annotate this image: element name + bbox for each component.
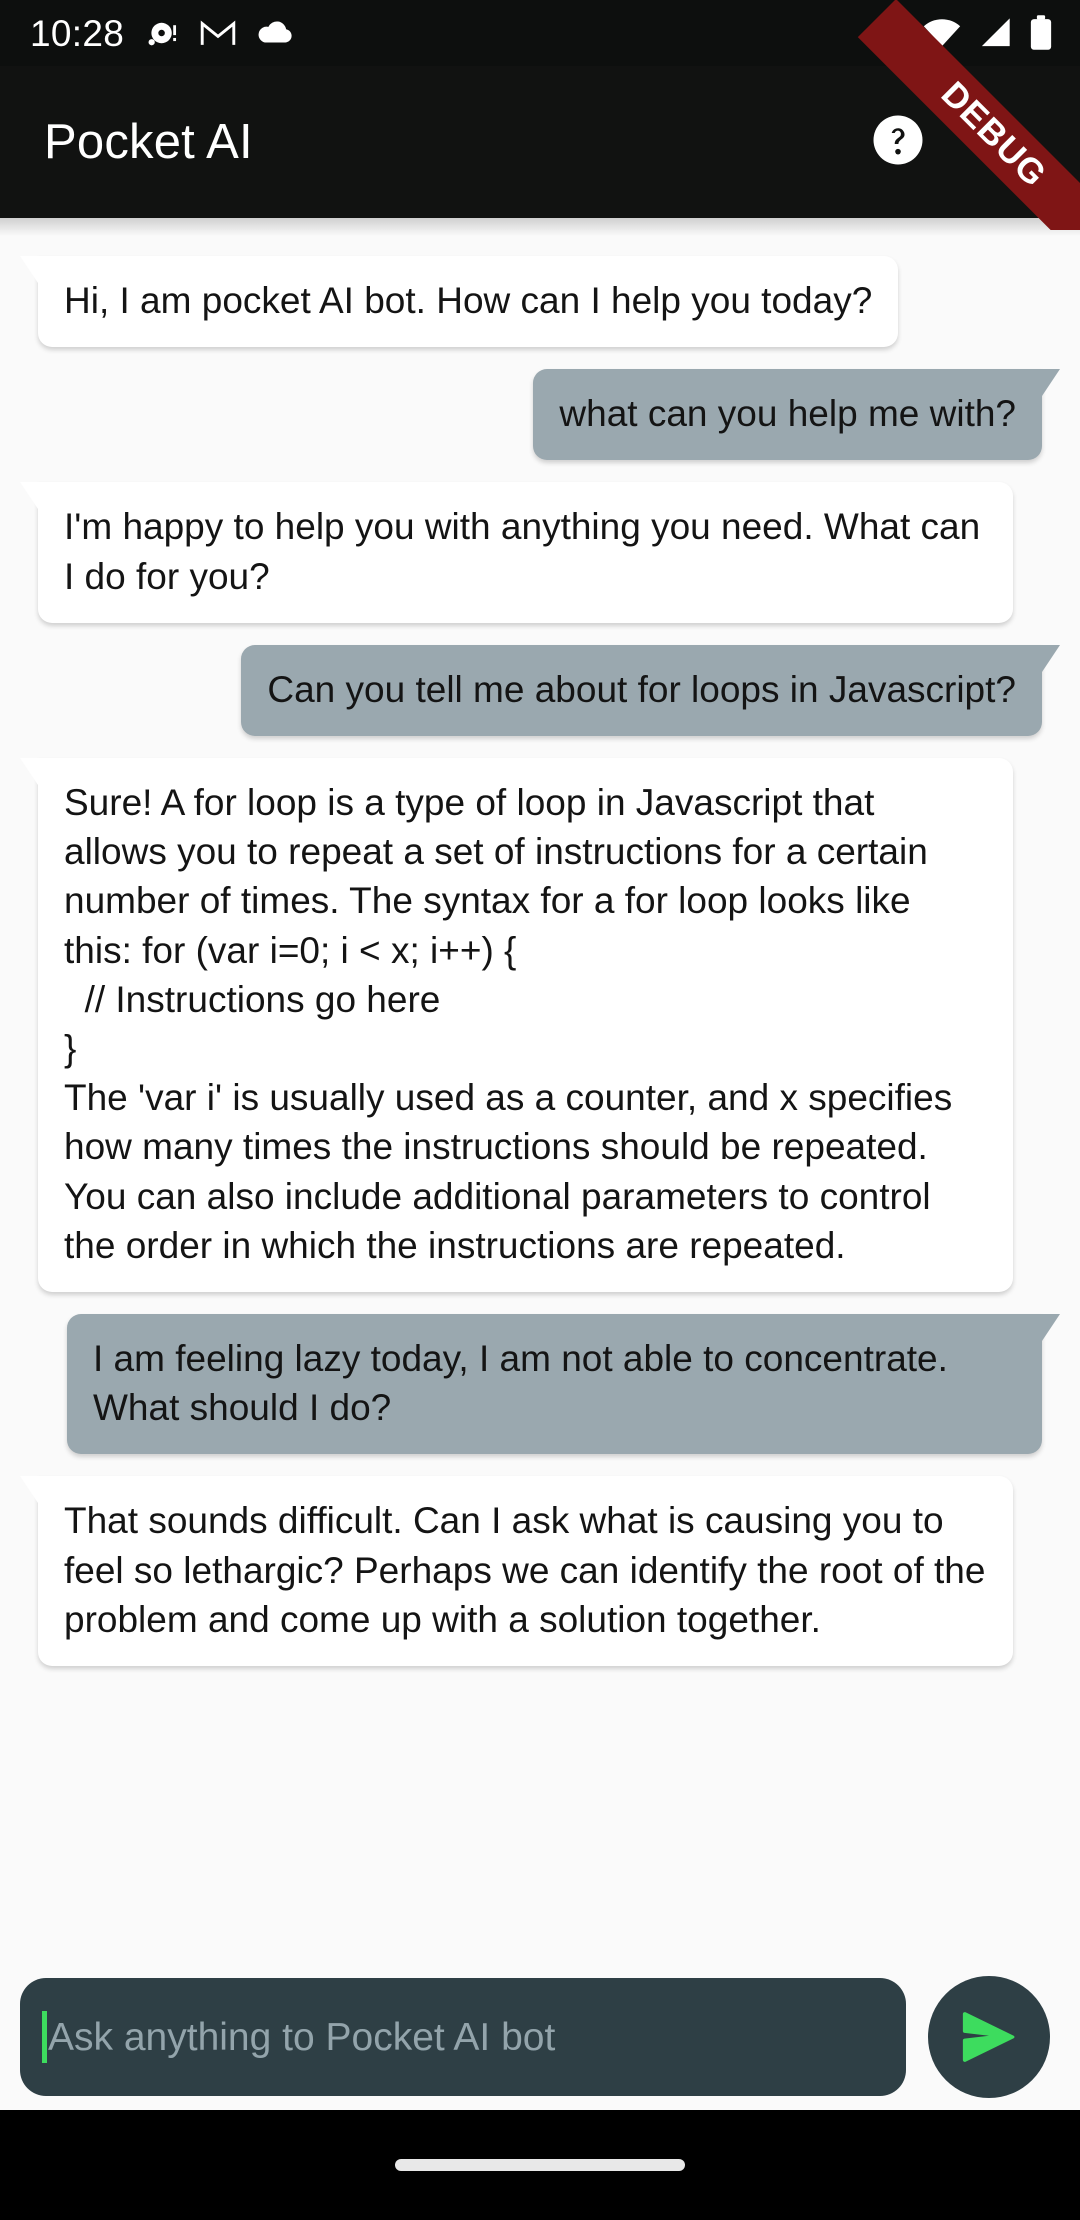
user-message-bubble[interactable]: what can you help me with? xyxy=(533,369,1060,461)
bot-message-bubble[interactable]: Hi, I am pocket AI bot. How can I help y… xyxy=(19,256,899,348)
bot-message-bubble[interactable]: I'm happy to help you with anything you … xyxy=(20,482,1013,623)
help-circle-icon xyxy=(873,115,923,164)
bot-message-bubble[interactable]: That sounds difficult. Can I ask what is… xyxy=(20,1476,1013,1667)
user-message-bubble[interactable]: Can you tell me about for loops in Javas… xyxy=(241,644,1060,737)
system-navigation-bar xyxy=(0,2110,1080,2220)
list-item: Sure! A for loop is a type of loop in Ja… xyxy=(20,758,1052,1293)
status-system-icons xyxy=(922,14,1054,52)
app-bar-actions xyxy=(870,111,1052,174)
settings-button[interactable] xyxy=(968,111,1026,174)
cellular-signal-icon xyxy=(981,18,1010,47)
send-button[interactable] xyxy=(928,1976,1050,2098)
message-composer: Ask anything to Pocket AI bot xyxy=(0,1964,1080,2110)
app-bar: Pocket AI xyxy=(0,66,1080,218)
message-input-placeholder: Ask anything to Pocket AI bot xyxy=(48,2015,556,2059)
gear-icon xyxy=(973,112,1021,162)
message-input[interactable]: Ask anything to Pocket AI bot xyxy=(20,1978,906,2096)
status-bar: 10:28 xyxy=(0,0,1080,66)
list-item: That sounds difficult. Can I ask what is… xyxy=(20,1476,1052,1667)
list-item: Hi, I am pocket AI bot. How can I help y… xyxy=(19,256,1052,348)
help-button[interactable] xyxy=(870,112,926,173)
gmail-icon xyxy=(200,20,236,45)
list-item: Can you tell me about for loops in Javas… xyxy=(28,644,1060,737)
wifi-icon xyxy=(923,19,961,47)
chat-message-list[interactable]: Hi, I am pocket AI bot. How can I help y… xyxy=(0,218,1080,1964)
status-notification-icons xyxy=(146,16,294,50)
user-message-bubble[interactable]: I am feeling lazy today, I am not able t… xyxy=(67,1314,1060,1455)
text-caret xyxy=(42,2011,47,2063)
page-title: Pocket AI xyxy=(44,114,253,169)
list-item: what can you help me with? xyxy=(28,369,1060,461)
list-item: I'm happy to help you with anything you … xyxy=(20,482,1052,623)
home-gesture-pill[interactable] xyxy=(395,2159,685,2171)
cloud-icon xyxy=(258,21,292,43)
status-clock: 10:28 xyxy=(30,12,125,54)
list-item: I am feeling lazy today, I am not able t… xyxy=(28,1314,1060,1455)
battery-icon xyxy=(1030,15,1052,50)
send-arrow-icon xyxy=(962,2012,1015,2062)
notification-dot-icon xyxy=(148,22,177,46)
app-screen: 10:28 Pocket AI DEBUG Hi, I am pocket AI… xyxy=(0,0,1080,2220)
bot-message-bubble[interactable]: Sure! A for loop is a type of loop in Ja… xyxy=(20,758,1013,1293)
